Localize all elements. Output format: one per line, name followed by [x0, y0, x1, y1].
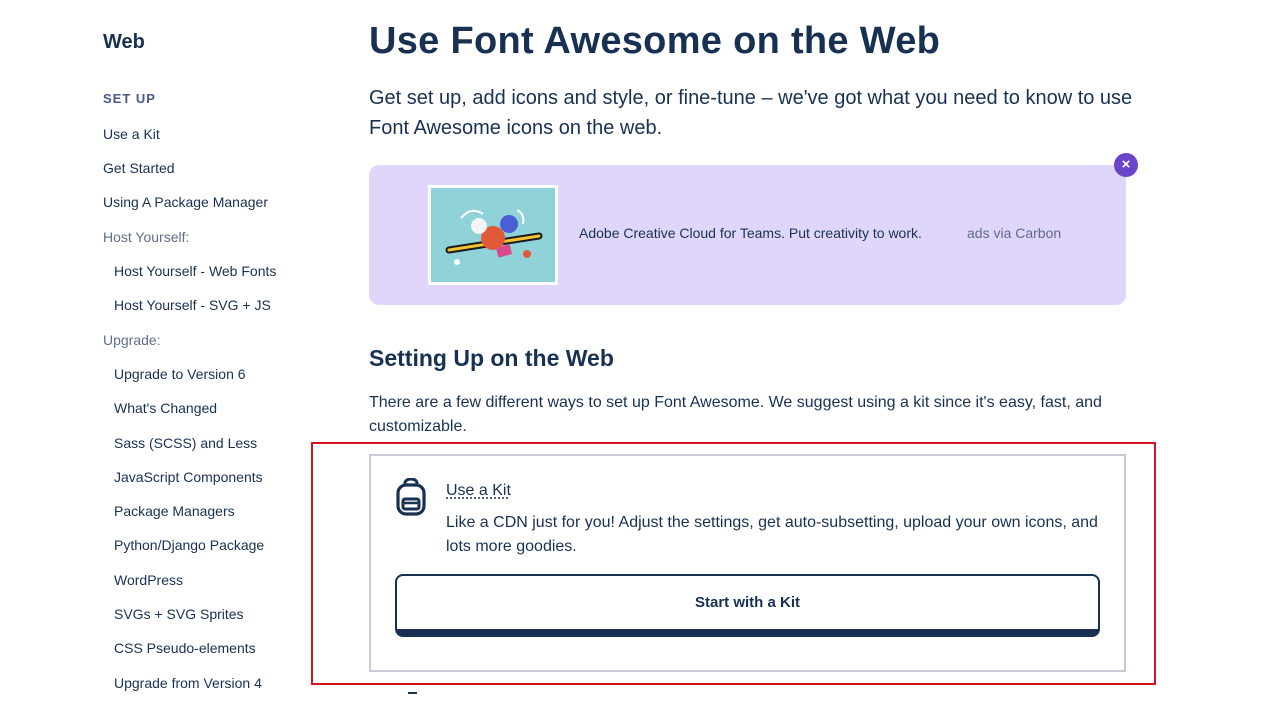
- sidebar-item-upgrade-v6[interactable]: Upgrade to Version 6: [114, 366, 246, 382]
- sidebar-item-use-a-kit[interactable]: Use a Kit: [103, 126, 160, 142]
- lead-paragraph: Get set up, add icons and style, or fine…: [369, 87, 1133, 139]
- sidebar-item-upgrade-v4[interactable]: Upgrade from Version 4: [114, 675, 262, 691]
- sidebar-group-host-yourself: Host Yourself:: [103, 229, 190, 245]
- sidebar-item-host-svg-js[interactable]: Host Yourself - SVG + JS: [114, 297, 271, 313]
- sidebar-item-python-django[interactable]: Python/Django Package: [114, 537, 264, 553]
- ad-via-carbon[interactable]: ads via Carbon: [967, 225, 1061, 241]
- close-icon[interactable]: ×: [1114, 153, 1138, 177]
- sidebar-item-sass-less[interactable]: Sass (SCSS) and Less: [114, 435, 257, 451]
- sidebar-item-js-components[interactable]: JavaScript Components: [114, 469, 263, 485]
- sidebar-item-wordpress[interactable]: WordPress: [114, 572, 183, 588]
- ad-image[interactable]: [428, 185, 558, 285]
- use-a-kit-link[interactable]: Use a Kit: [446, 482, 511, 500]
- section-paragraph: There are a few different ways to set up…: [369, 394, 1102, 435]
- ad-illustration: [431, 188, 555, 282]
- start-with-kit-button[interactable]: Start with a Kit: [395, 574, 1100, 637]
- sidebar-item-get-started[interactable]: Get Started: [103, 160, 175, 176]
- sidebar-title: Web: [103, 31, 145, 53]
- sidebar-item-css-pseudo[interactable]: CSS Pseudo-elements: [114, 640, 256, 656]
- ad-text[interactable]: Adobe Creative Cloud for Teams. Put crea…: [579, 225, 922, 241]
- next-section-glyph: [408, 692, 417, 694]
- page-title: Use Font Awesome on the Web: [369, 20, 941, 62]
- section-heading: Setting Up on the Web: [369, 345, 614, 371]
- sidebar-item-package-managers[interactable]: Package Managers: [114, 503, 235, 519]
- carbon-ad[interactable]: Adobe Creative Cloud for Teams. Put crea…: [369, 165, 1126, 305]
- backpack-icon: [394, 477, 428, 516]
- sidebar-item-host-web-fonts[interactable]: Host Yourself - Web Fonts: [114, 263, 276, 279]
- kit-description: Like a CDN just for you! Adjust the sett…: [446, 514, 1098, 555]
- sidebar-item-package-manager[interactable]: Using A Package Manager: [103, 194, 268, 210]
- sidebar-section-heading: SET UP: [103, 91, 156, 106]
- sidebar-group-upgrade: Upgrade:: [103, 332, 161, 348]
- sidebar-item-whats-changed[interactable]: What's Changed: [114, 400, 217, 416]
- sidebar-item-svg-sprites[interactable]: SVGs + SVG Sprites: [114, 606, 244, 622]
- sidebar: Web SET UP Use a Kit Get Started Using A…: [0, 0, 330, 702]
